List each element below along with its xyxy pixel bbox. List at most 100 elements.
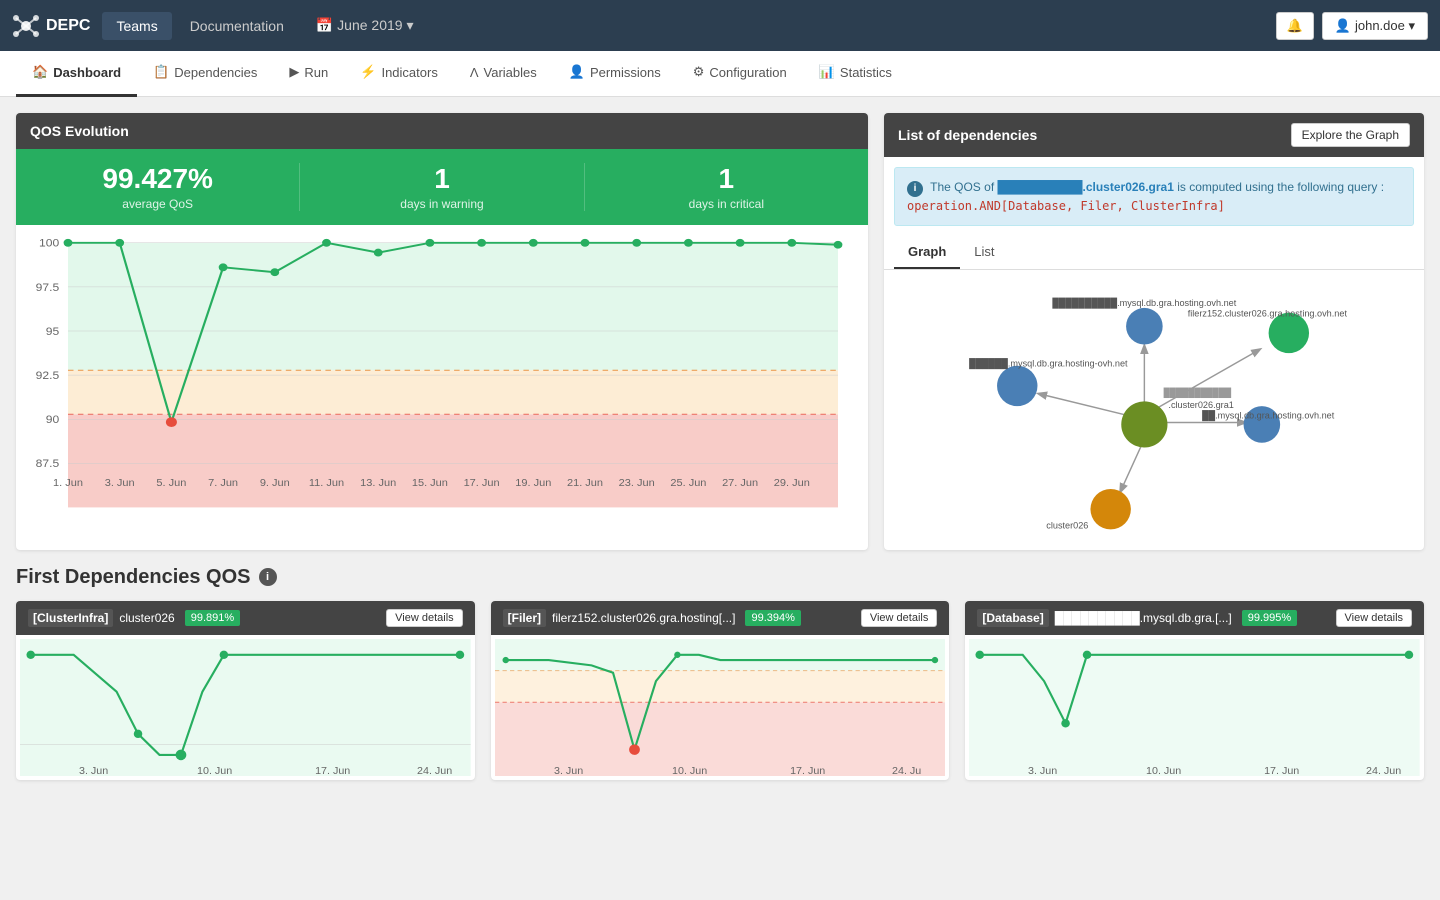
svg-text:██████.mysql.db.gra.hosting-ov: ██████.mysql.db.gra.hosting-ovh.net bbox=[969, 357, 1128, 369]
mini-chart-svg-1: 3. Jun 10. Jun 17. Jun 24. Jun bbox=[20, 639, 471, 776]
mini-chart-svg-2: 3. Jun 10. Jun 17. Jun 24. Ju bbox=[495, 639, 946, 776]
tab-configuration[interactable]: ⚙ Configuration bbox=[677, 51, 803, 97]
dep-mini-chart-clusterinfra: 3. Jun 10. Jun 17. Jun 24. Jun bbox=[16, 635, 475, 780]
tab-dependencies[interactable]: 📋 Dependencies bbox=[137, 51, 273, 97]
dep-tag-database: [Database] bbox=[977, 609, 1048, 627]
svg-text:21. Jun: 21. Jun bbox=[567, 478, 603, 488]
dep-view-btn-database[interactable]: View details bbox=[1336, 609, 1413, 627]
dependencies-icon: 📋 bbox=[153, 64, 169, 80]
svg-text:7. Jun: 7. Jun bbox=[208, 478, 238, 488]
svg-text:23. Jun: 23. Jun bbox=[619, 478, 655, 488]
svg-text:92.5: 92.5 bbox=[36, 371, 60, 382]
nav-teams[interactable]: Teams bbox=[102, 12, 171, 40]
nav-date[interactable]: 📅 June 2019 ▾ bbox=[302, 11, 428, 40]
top-navigation: DEPC Teams Documentation 📅 June 2019 ▾ 🔔… bbox=[0, 0, 1440, 51]
qos-chart-svg: 100 97.5 95 92.5 90 87.5 bbox=[24, 233, 860, 527]
tab-indicators[interactable]: ⚡ Indicators bbox=[344, 51, 454, 97]
variables-icon: Λ bbox=[470, 65, 479, 80]
first-dep-title: First Dependencies QOS i bbox=[16, 566, 1424, 589]
svg-text:██.mysql.db.gra.hosting.ovh.ne: ██.mysql.db.gra.hosting.ovh.net bbox=[1202, 409, 1335, 421]
qos-critical-value: 1 bbox=[585, 163, 868, 195]
tab-permissions[interactable]: 👤 Permissions bbox=[553, 51, 677, 97]
topnav-right: 🔔 👤 john.doe ▾ bbox=[1276, 12, 1428, 40]
tab-run-label: Run bbox=[304, 65, 328, 80]
qos-average-stat: 99.427% average QoS bbox=[16, 163, 300, 211]
info-highlight: ██████████.cluster026.gra1 bbox=[997, 180, 1173, 194]
bell-icon: 🔔 bbox=[1287, 18, 1303, 33]
home-icon: 🏠 bbox=[32, 64, 48, 80]
dep-mini-card-clusterinfra: [ClusterInfra] cluster026 99.891% View d… bbox=[16, 601, 475, 780]
tab-indicators-label: Indicators bbox=[381, 65, 437, 80]
svg-text:100: 100 bbox=[39, 238, 59, 249]
tab-dependencies-label: Dependencies bbox=[174, 65, 257, 80]
svg-text:15. Jun: 15. Jun bbox=[412, 478, 448, 488]
svg-text:17. Jun: 17. Jun bbox=[315, 764, 350, 775]
dep-mini-chart-database: 3. Jun 10. Jun 17. Jun 24. Jun bbox=[965, 635, 1424, 780]
tab-dashboard[interactable]: 🏠 Dashboard bbox=[16, 51, 137, 97]
first-dependencies-section: First Dependencies QOS i [ClusterInfra] … bbox=[16, 566, 1424, 780]
dep-name-database: ██████████.mysql.db.gra.[...] bbox=[1055, 611, 1232, 625]
qos-chart: 100 97.5 95 92.5 90 87.5 bbox=[16, 225, 868, 535]
dep-tag-filer: [Filer] bbox=[503, 609, 546, 627]
svg-text:10. Jun: 10. Jun bbox=[672, 764, 707, 775]
svg-text:24. Jun: 24. Jun bbox=[1366, 764, 1401, 775]
svg-text:cluster026: cluster026 bbox=[1046, 520, 1088, 530]
svg-text:9. Jun: 9. Jun bbox=[260, 478, 290, 488]
mini-chart-svg-3: 3. Jun 10. Jun 17. Jun 24. Jun bbox=[969, 639, 1420, 776]
tab-configuration-label: Configuration bbox=[709, 65, 786, 80]
dep-mini-chart-filer: 3. Jun 10. Jun 17. Jun 24. Ju bbox=[491, 635, 950, 780]
svg-text:filerz152.cluster026.gra.hosti: filerz152.cluster026.gra.hosting.ovh.net bbox=[1188, 308, 1348, 318]
dep-mini-header-filer: [Filer] filerz152.cluster026.gra.hosting… bbox=[491, 601, 950, 635]
qos-warning-stat: 1 days in warning bbox=[300, 163, 584, 211]
dep-mini-header-database: [Database] ██████████.mysql.db.gra.[...]… bbox=[965, 601, 1424, 635]
svg-text:29. Jun: 29. Jun bbox=[774, 478, 810, 488]
svg-text:25. Jun: 25. Jun bbox=[670, 478, 706, 488]
info-code: operation.AND[Database, Filer, ClusterIn… bbox=[907, 199, 1225, 213]
nav-documentation[interactable]: Documentation bbox=[176, 12, 298, 40]
svg-text:.cluster026.gra1: .cluster026.gra1 bbox=[1168, 400, 1233, 410]
permissions-icon: 👤 bbox=[569, 64, 585, 80]
svg-text:95: 95 bbox=[46, 326, 59, 337]
tab-graph[interactable]: Graph bbox=[894, 236, 960, 269]
svg-text:17. Jun: 17. Jun bbox=[464, 478, 500, 488]
qos-average-label: average QoS bbox=[16, 197, 299, 211]
svg-text:3. Jun: 3. Jun bbox=[1028, 764, 1057, 775]
user-menu[interactable]: 👤 john.doe ▾ bbox=[1322, 12, 1428, 40]
svg-text:17. Jun: 17. Jun bbox=[790, 764, 825, 775]
svg-text:90: 90 bbox=[46, 415, 59, 426]
tab-run[interactable]: ▶ Run bbox=[273, 51, 344, 97]
dep-mini-card-filer: [Filer] filerz152.cluster026.gra.hosting… bbox=[491, 601, 950, 780]
svg-text:3. Jun: 3. Jun bbox=[105, 478, 135, 488]
svg-text:10. Jun: 10. Jun bbox=[1146, 764, 1181, 775]
dependency-graph-svg: ██████████.mysql.db.gra.hosting.ovh.net … bbox=[894, 280, 1414, 540]
dep-mini-header-clusterinfra: [ClusterInfra] cluster026 99.891% View d… bbox=[16, 601, 475, 635]
svg-text:97.5: 97.5 bbox=[36, 282, 60, 293]
svg-text:3. Jun: 3. Jun bbox=[79, 764, 108, 775]
explore-graph-button[interactable]: Explore the Graph bbox=[1291, 123, 1410, 147]
tab-dashboard-label: Dashboard bbox=[53, 65, 121, 80]
qos-card-header: QOS Evolution bbox=[16, 113, 868, 149]
qos-critical-stat: 1 days in critical bbox=[585, 163, 868, 211]
dep-view-btn-filer[interactable]: View details bbox=[861, 609, 938, 627]
tab-variables-label: Variables bbox=[484, 65, 537, 80]
user-icon: 👤 bbox=[1335, 18, 1351, 34]
dep-card-tabs: Graph List bbox=[884, 236, 1424, 270]
dep-tag-clusterinfra: [ClusterInfra] bbox=[28, 609, 113, 627]
first-dep-info-icon[interactable]: i bbox=[259, 568, 277, 586]
qos-critical-label: days in critical bbox=[585, 197, 868, 211]
notification-button[interactable]: 🔔 bbox=[1276, 12, 1314, 40]
dep-graph-container: ██████████.mysql.db.gra.hosting.ovh.net … bbox=[884, 270, 1424, 550]
tab-list[interactable]: List bbox=[960, 236, 1008, 269]
main-content: QOS Evolution 99.427% average QoS 1 days… bbox=[0, 97, 1440, 900]
dep-qos-filer: 99.394% bbox=[745, 610, 800, 626]
svg-text:3. Jun: 3. Jun bbox=[554, 764, 583, 775]
dep-name-clusterinfra: cluster026 bbox=[119, 611, 174, 625]
tab-statistics[interactable]: 📊 Statistics bbox=[803, 51, 908, 97]
top-row: QOS Evolution 99.427% average QoS 1 days… bbox=[16, 113, 1424, 550]
tab-variables[interactable]: Λ Variables bbox=[454, 51, 553, 97]
tab-permissions-label: Permissions bbox=[590, 65, 661, 80]
svg-text:███████████: ███████████ bbox=[1164, 387, 1232, 398]
qos-average-value: 99.427% bbox=[16, 163, 299, 195]
dep-view-btn-clusterinfra[interactable]: View details bbox=[386, 609, 463, 627]
dep-card-title: List of dependencies bbox=[898, 127, 1037, 143]
